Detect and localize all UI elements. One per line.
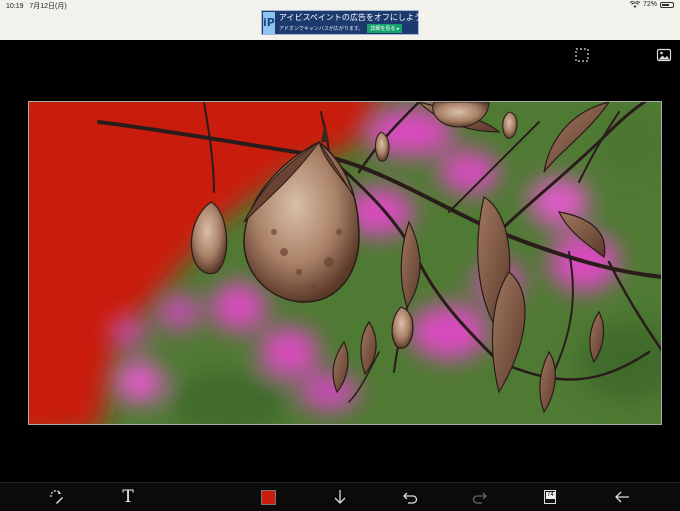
down-arrow-icon — [334, 490, 346, 504]
back-button[interactable] — [610, 487, 634, 507]
layer-count: 74 — [546, 492, 555, 499]
ad-text-block: アイビスペイントの広告をオフにしよう! アドオンでキャンバスが広がります。 詳細… — [279, 12, 425, 33]
reference-image-button[interactable] — [655, 46, 673, 64]
status-time: 10:19 7月12日(月) — [6, 1, 67, 11]
brush-size-button[interactable] — [328, 487, 352, 507]
undo-button[interactable] — [398, 487, 422, 507]
ad-details-button[interactable]: 詳細を見る ▸ — [367, 24, 403, 33]
image-icon — [656, 48, 672, 62]
ad-subrow: アドオンでキャンバスが広がります。 詳細を見る ▸ — [279, 24, 425, 33]
time-text: 10:19 — [6, 3, 24, 10]
wifi-icon — [629, 1, 640, 8]
text-tool-icon: T — [122, 487, 134, 507]
undo-icon — [403, 492, 418, 504]
layers-button[interactable]: 74 — [538, 487, 562, 507]
transform-tool-button[interactable] — [44, 487, 68, 507]
artwork — [29, 102, 661, 424]
drawing-canvas[interactable] — [28, 101, 662, 425]
bottom-toolbar: T 74 — [0, 482, 680, 511]
date-text: 7月12日(月) — [29, 3, 67, 10]
color-picker-button[interactable] — [256, 487, 280, 507]
text-tool-button[interactable]: T — [116, 487, 140, 507]
ad-subtext: アドオンでキャンバスが広がります。 — [278, 26, 364, 32]
status-right: 72% — [629, 1, 674, 8]
status-bar: 10:19 7月12日(月) 72% iP アイビスペイントの広告をオフにしよう… — [0, 0, 680, 40]
battery-level-fill — [662, 3, 670, 6]
selection-tool-button[interactable] — [573, 46, 591, 64]
transform-tool-icon — [50, 490, 63, 504]
ad-banner[interactable]: iP アイビスペイントの広告をオフにしよう! アドオンでキャンバスが広がります。… — [261, 10, 425, 35]
redo-icon — [472, 492, 487, 504]
battery-icon — [660, 1, 674, 8]
current-color-swatch — [260, 489, 276, 505]
dashed-selection-icon — [575, 48, 589, 62]
back-arrow-icon — [615, 491, 629, 503]
battery-percent: 72% — [642, 1, 657, 8]
layers-icon: 74 — [544, 490, 556, 504]
redo-button[interactable] — [468, 487, 492, 507]
ad-app-logo: iP — [263, 11, 275, 34]
ad-headline: アイビスペイントの広告をオフにしよう! — [278, 13, 426, 22]
